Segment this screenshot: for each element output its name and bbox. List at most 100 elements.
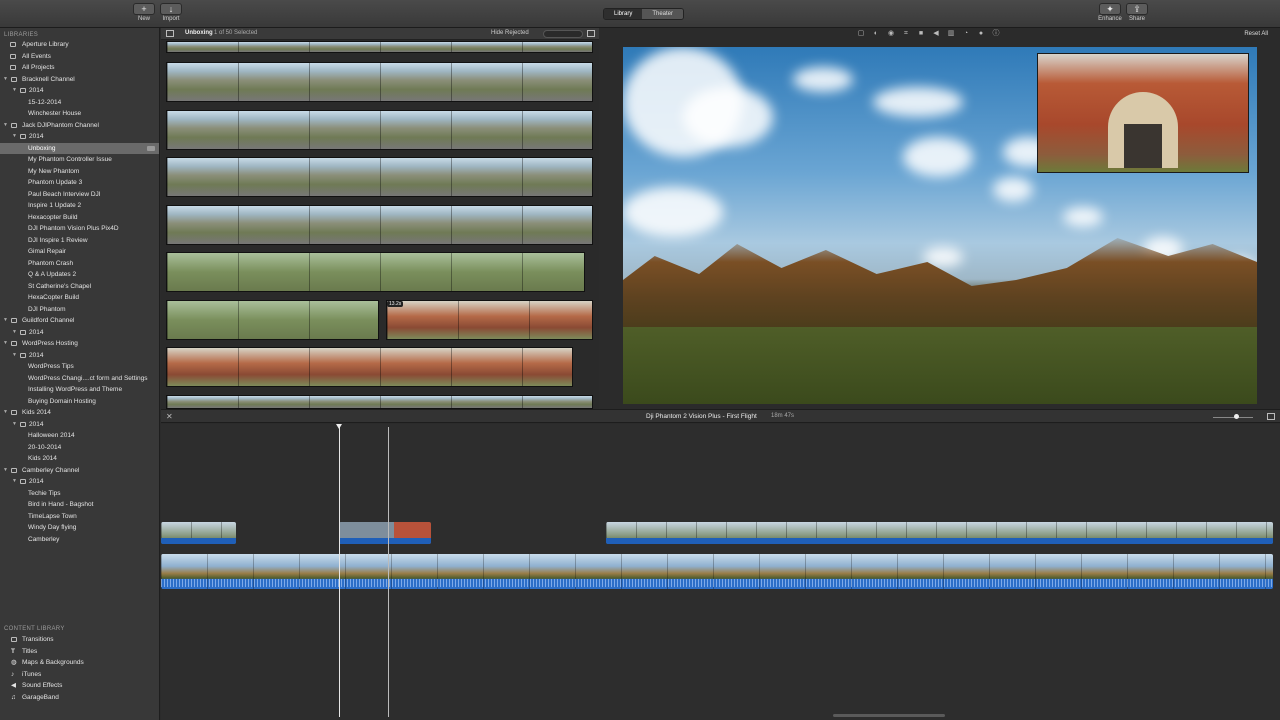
sidebar-item[interactable]: WordPress Tips	[0, 361, 159, 373]
sidebar-item[interactable]: Aperture Library	[0, 39, 159, 51]
sidebar-item[interactable]: ▼ 2014	[0, 350, 159, 362]
sidebar-item[interactable]: Halloween 2014	[0, 430, 159, 442]
sidebar-item[interactable]: ▼ 2014	[0, 131, 159, 143]
selected-clip[interactable]	[386, 300, 593, 340]
tab-theater[interactable]: Theater	[642, 9, 684, 19]
sidebar-item[interactable]: ▼ 2014	[0, 85, 159, 97]
sidebar-item[interactable]: Hexacopter Build	[0, 212, 159, 224]
content-item-garageband[interactable]: ♫ GarageBand	[0, 692, 160, 704]
disclosure-triangle-icon[interactable]: ▼	[12, 85, 17, 97]
disclosure-triangle-icon[interactable]: ▼	[12, 131, 17, 143]
disclosure-triangle-icon[interactable]: ▼	[3, 407, 8, 419]
cutaway-clip[interactable]	[606, 522, 1273, 544]
content-item-maps[interactable]: ◍ Maps & Backgrounds	[0, 657, 160, 669]
zoom-slider-knob[interactable]	[1234, 414, 1239, 419]
sidebar-item[interactable]: Windy Day flying	[0, 522, 159, 534]
filter-dropdown[interactable]: Hide Rejected	[491, 30, 529, 36]
import-button[interactable]: ↓ Import	[159, 3, 183, 22]
sidebar-item[interactable]: ▼ 2014	[0, 327, 159, 339]
sidebar-item[interactable]: My Phantom Controller Issue	[0, 154, 159, 166]
sidebar-item[interactable]: 20-10-2014	[0, 442, 159, 454]
tab-library[interactable]: Library	[604, 9, 643, 19]
skimmer-line[interactable]	[339, 427, 340, 717]
clip-strip[interactable]	[166, 62, 593, 102]
clip-filter-icon[interactable]: ●	[975, 30, 987, 38]
disclosure-triangle-icon[interactable]: ▼	[12, 419, 17, 431]
disclosure-triangle-icon[interactable]: ▼	[3, 465, 8, 477]
close-icon[interactable]: ✕	[166, 412, 173, 421]
stabilization-icon[interactable]: ■	[915, 30, 927, 38]
timeline-settings-icon[interactable]	[1267, 413, 1275, 420]
sidebar-item[interactable]: DJI Phantom	[0, 304, 159, 316]
sidebar-item[interactable]: ▼ Jack DJIPhantom Channel	[0, 120, 159, 132]
sidebar-toggle-icon[interactable]	[166, 30, 174, 37]
sidebar-item[interactable]: Unboxing	[0, 142, 159, 154]
enhance-button[interactable]: ✦ Enhance	[1098, 3, 1122, 22]
sidebar-item[interactable]: Winchester House	[0, 108, 159, 120]
disclosure-triangle-icon[interactable]: ▼	[3, 315, 8, 327]
sidebar-item[interactable]: Phantom Crash	[0, 258, 159, 270]
clip-strip[interactable]	[166, 205, 593, 245]
noise-reduction-icon[interactable]: ▥	[945, 30, 957, 38]
sidebar-item[interactable]: TimeLapse Town	[0, 511, 159, 523]
playhead[interactable]	[388, 427, 389, 717]
color-balance-icon[interactable]: ◐	[870, 30, 882, 38]
content-item-sound-effects[interactable]: ◀ Sound Effects	[0, 680, 160, 692]
sidebar-item[interactable]: Kids 2014	[0, 453, 159, 465]
disclosure-triangle-icon[interactable]: ▼	[3, 120, 8, 132]
clip-appearance-icon[interactable]	[587, 30, 595, 37]
sidebar-item[interactable]: DJI Phantom Vision Plus Pix4D	[0, 223, 159, 235]
horizontal-scrollbar[interactable]	[833, 714, 945, 717]
speed-icon[interactable]: ◔	[960, 30, 972, 38]
sidebar-item[interactable]: WordPress Changi....ct form and Settings	[0, 373, 159, 385]
volume-icon[interactable]: ◀	[930, 30, 942, 38]
sidebar-item[interactable]: ▼ Kids 2014	[0, 407, 159, 419]
sidebar-item[interactable]: Paul Beach Interview DJI	[0, 189, 159, 201]
clip-strip[interactable]	[166, 395, 593, 409]
crop-frame-icon[interactable]: ▢	[855, 30, 867, 38]
sidebar-item[interactable]: ▼ 2014	[0, 419, 159, 431]
sidebar-item[interactable]: 15-12-2014	[0, 97, 159, 109]
disclosure-triangle-icon[interactable]: ▼	[12, 350, 17, 362]
sidebar-item[interactable]: ▼ WordPress Hosting	[0, 338, 159, 350]
picture-in-picture-overlay[interactable]	[1037, 53, 1249, 173]
clip-strip[interactable]	[166, 252, 585, 292]
sidebar-item[interactable]: All Events	[0, 51, 159, 63]
sidebar-item[interactable]: Q & A Updates 2	[0, 269, 159, 281]
sidebar-item[interactable]: Installing WordPress and Theme	[0, 384, 159, 396]
disclosure-triangle-icon[interactable]: ▼	[12, 327, 17, 339]
zoom-slider[interactable]	[1213, 417, 1253, 418]
sidebar-item[interactable]: Camberley	[0, 534, 159, 546]
clip-strip[interactable]	[166, 347, 573, 387]
sidebar-item[interactable]: My New Phantom	[0, 166, 159, 178]
video-preview[interactable]	[623, 47, 1257, 404]
disclosure-triangle-icon[interactable]: ▼	[3, 338, 8, 350]
clip-strip[interactable]	[166, 157, 593, 197]
content-item-transitions[interactable]: Transitions	[0, 634, 160, 646]
sidebar-item[interactable]: HexaCopter Build	[0, 292, 159, 304]
primary-clip[interactable]	[161, 554, 1273, 589]
sidebar-item[interactable]: DJI Inspire 1 Review	[0, 235, 159, 247]
reset-all-button[interactable]: Reset All	[1244, 31, 1268, 37]
share-button[interactable]: ⇪ Share	[1125, 3, 1149, 22]
sidebar-item[interactable]: ▼ Camberley Channel	[0, 465, 159, 477]
sidebar-item[interactable]: ▼ Bracknell Channel	[0, 74, 159, 86]
cutaway-clip[interactable]	[161, 522, 236, 544]
sidebar-item[interactable]: Techie Tips	[0, 488, 159, 500]
clip-strip[interactable]	[166, 41, 593, 53]
sidebar-item[interactable]: Gimal Repair	[0, 246, 159, 258]
timeline[interactable]	[161, 424, 1280, 720]
playhead-marker[interactable]	[336, 424, 342, 429]
clip-strip[interactable]	[166, 110, 593, 150]
color-correction-icon[interactable]: ◉	[885, 30, 897, 38]
new-button[interactable]: + New	[132, 3, 156, 22]
content-item-itunes[interactable]: ♪ iTunes	[0, 669, 160, 681]
sidebar-item[interactable]: ▼ Guildford Channel	[0, 315, 159, 327]
disclosure-triangle-icon[interactable]: ▼	[3, 74, 8, 86]
info-icon[interactable]: ⓘ	[990, 30, 1002, 38]
search-input[interactable]	[543, 30, 583, 38]
clip-strip[interactable]	[166, 300, 379, 340]
disclosure-triangle-icon[interactable]: ▼	[12, 476, 17, 488]
sidebar-item[interactable]: Inspire 1 Update 2	[0, 200, 159, 212]
cutaway-clip[interactable]	[339, 522, 431, 544]
